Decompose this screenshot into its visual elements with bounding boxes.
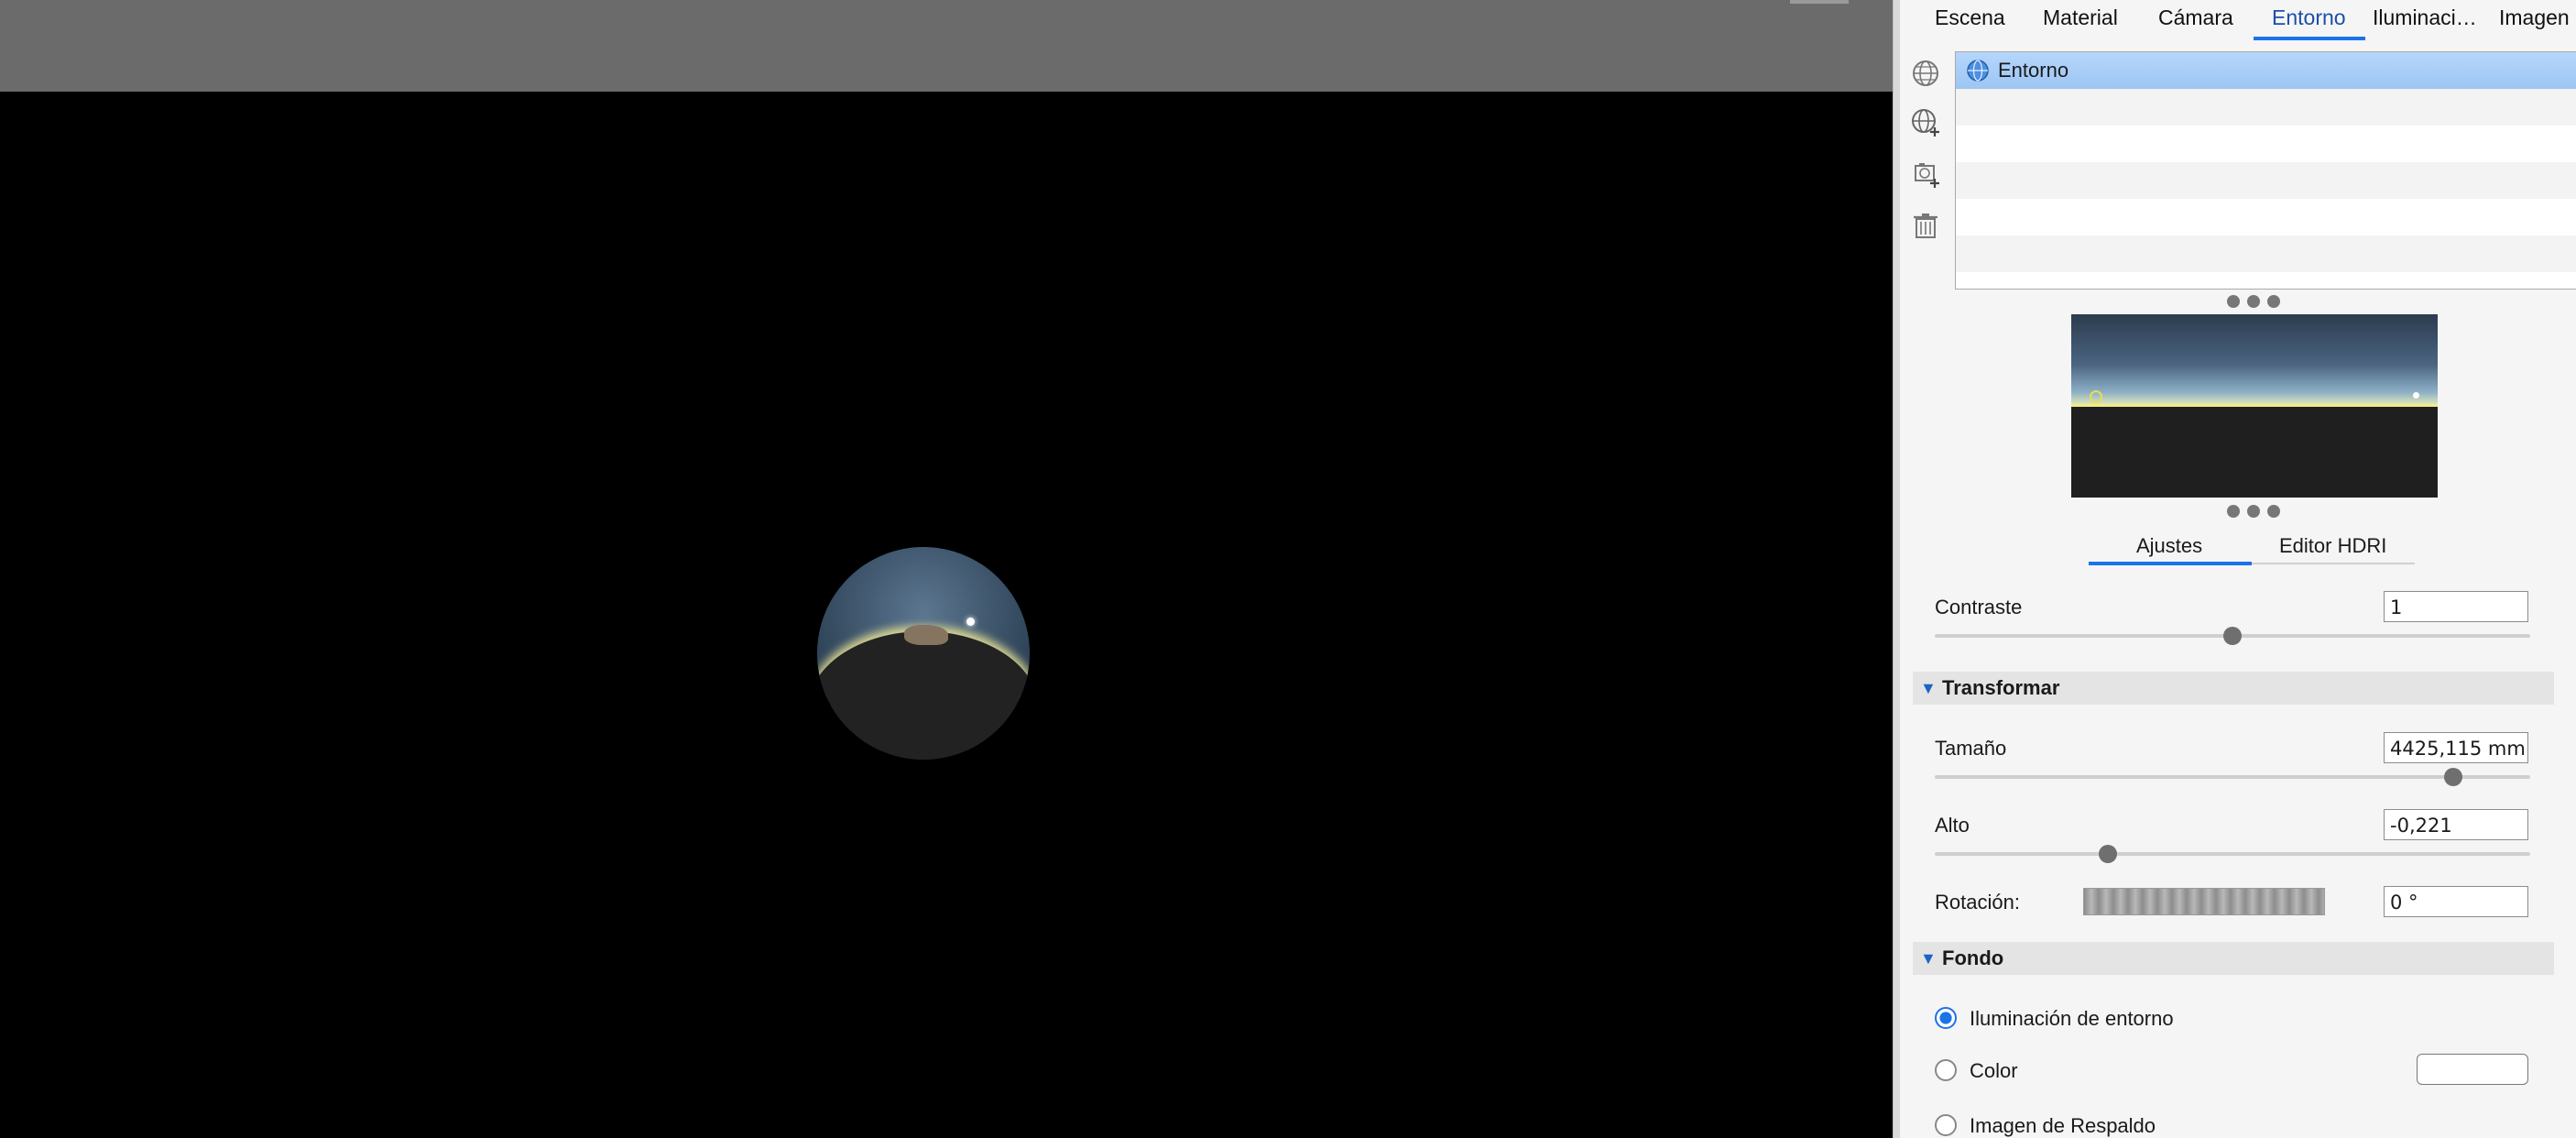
list-empty-row (1956, 235, 2576, 272)
tamano-slider[interactable] (1935, 768, 2530, 786)
rotation-jog-wheel[interactable] (2083, 888, 2325, 915)
alto-slider[interactable] (1935, 845, 2530, 863)
list-item[interactable]: Entorno (1956, 52, 2576, 89)
tab-escena[interactable]: Escena (1935, 5, 2005, 30)
contraste-input[interactable]: 1 (2384, 591, 2528, 622)
resize-handle-top[interactable] (2227, 295, 2280, 308)
tab-iluminacion[interactable]: Iluminaci… (2373, 5, 2477, 30)
sun-marker-ring[interactable] (2090, 390, 2102, 403)
toolbar-corner-control[interactable] (1790, 0, 1849, 4)
viewport-toolbar (0, 0, 1893, 92)
radio-imagen-respaldo[interactable] (1935, 1114, 1957, 1136)
trash-icon[interactable] (1907, 207, 1944, 244)
tab-material[interactable]: Material (2043, 5, 2118, 30)
active-subtab-indicator (2089, 562, 2252, 565)
section-title: Fondo (1942, 947, 2004, 969)
properties-panel: Escena Material Cámara Entorno Iluminaci… (1900, 0, 2576, 1138)
light-point-marker[interactable] (2413, 392, 2419, 399)
tamano-label: Tamaño (1935, 737, 2007, 760)
chevron-down-icon: ▼ (1920, 948, 1937, 968)
environment-sphere-preview[interactable] (817, 547, 1030, 760)
environment-globe-icon (1967, 60, 1989, 82)
add-image-icon[interactable] (1907, 156, 1944, 192)
subtab-editor-hdri[interactable]: Editor HDRI (2279, 534, 2386, 558)
rotacion-label: Rotación: (1935, 891, 2020, 914)
alto-slider-thumb[interactable] (2098, 845, 2117, 863)
tab-entorno[interactable]: Entorno (2272, 5, 2346, 30)
active-tab-indicator (2254, 37, 2365, 40)
list-empty-row (1956, 162, 2576, 199)
contraste-label: Contraste (1935, 596, 2023, 618)
rotacion-input[interactable]: 0 ° (2384, 886, 2528, 917)
color-swatch-button[interactable] (2417, 1054, 2528, 1085)
fondo-section-header[interactable]: ▼ Fondo (1913, 942, 2554, 975)
sphere-ground (817, 631, 1030, 760)
list-empty-row (1956, 199, 2576, 235)
alto-input[interactable]: -0,221 (2384, 809, 2528, 840)
globe-icon[interactable] (1907, 55, 1944, 92)
contraste-slider[interactable] (1935, 627, 2530, 645)
tamano-slider-thumb[interactable] (2443, 768, 2462, 786)
list-item-label: Entorno (1998, 59, 2069, 82)
radio-label: Iluminación de entorno (1970, 1007, 2174, 1030)
subtab-ajustes[interactable]: Ajustes (2136, 534, 2202, 558)
transformar-section-header[interactable]: ▼ Transformar (1913, 672, 2554, 705)
alto-label: Alto (1935, 814, 1970, 837)
radio-label: Color (1970, 1059, 2018, 1082)
subtab-divider (2252, 563, 2415, 564)
section-title: Transformar (1942, 676, 2060, 699)
tab-imagen[interactable]: Imagen (2499, 5, 2570, 30)
list-empty-row (1956, 126, 2576, 162)
add-globe-icon[interactable] (1907, 104, 1944, 141)
panel-tabs: Escena Material Cámara Entorno Iluminaci… (1900, 0, 2576, 42)
environment-list[interactable]: Entorno (1955, 51, 2576, 290)
radio-iluminacion-entorno[interactable] (1935, 1007, 1957, 1029)
radio-color[interactable] (1935, 1059, 1957, 1081)
hdri-preview[interactable] (2071, 314, 2438, 498)
tab-camara[interactable]: Cámara (2158, 5, 2233, 30)
chevron-down-icon: ▼ (1920, 678, 1937, 697)
list-empty-row (1956, 89, 2576, 126)
resize-handle-bottom[interactable] (2227, 505, 2280, 518)
3d-viewport[interactable] (0, 0, 1893, 1138)
tamano-input[interactable]: 4425,115 mm (2384, 732, 2528, 763)
sphere-model (904, 625, 948, 645)
sun-point (966, 618, 975, 626)
radio-label: Imagen de Respaldo (1970, 1114, 2156, 1137)
settings-subtabs: Ajustes Editor HDRI (1900, 527, 2576, 565)
contraste-slider-thumb[interactable] (2223, 627, 2242, 645)
